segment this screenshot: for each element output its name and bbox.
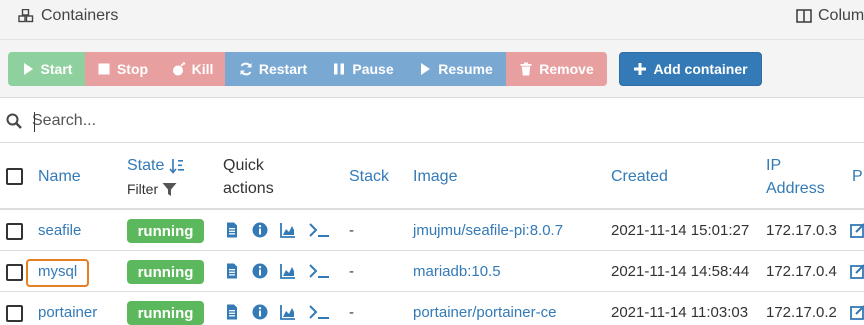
row-checkbox[interactable]: [6, 264, 23, 281]
column-header-state-label: State: [127, 157, 165, 174]
restart-button[interactable]: Restart: [225, 52, 321, 86]
image-link[interactable]: mariadb:10.5: [413, 262, 501, 282]
row-checkbox[interactable]: [6, 223, 23, 240]
page-title: Containers: [18, 7, 118, 25]
play-icon: [23, 63, 33, 75]
start-button[interactable]: Start: [8, 52, 85, 86]
logs-icon[interactable]: [224, 263, 240, 279]
container-name-link[interactable]: seafile: [38, 221, 81, 241]
stack-value: -: [349, 222, 354, 239]
quick-actions: [224, 304, 330, 320]
console-icon[interactable]: [308, 263, 330, 279]
columns-icon: [796, 9, 812, 23]
logs-icon[interactable]: [224, 304, 240, 320]
table-row: portainer running - portainer/portainer-…: [0, 292, 864, 325]
column-header-quick-actions-line2: actions: [223, 180, 274, 197]
external-link-icon[interactable]: [850, 222, 864, 238]
stats-icon[interactable]: [280, 304, 296, 320]
bomb-icon: [172, 62, 185, 76]
trash-icon: [520, 62, 532, 76]
search-bar: [0, 99, 864, 143]
status-badge: running: [127, 219, 204, 243]
table-header: Name State Filter Quick actions Stack Im…: [0, 143, 864, 210]
logs-icon[interactable]: [224, 222, 240, 238]
pause-icon: [334, 63, 345, 75]
column-header-created[interactable]: Created: [611, 166, 668, 188]
table-row: seafile running - jmujmu/seafile-pi:8.0.…: [0, 210, 864, 251]
console-icon[interactable]: [308, 222, 330, 238]
plus-icon: [634, 63, 647, 75]
ip-value: 172.17.0.2: [766, 304, 837, 321]
state-filter-button[interactable]: Filter: [127, 178, 177, 200]
select-all-checkbox[interactable]: [6, 168, 23, 185]
refresh-icon: [240, 62, 252, 76]
table-row: mysql running - mariadb:10.5 2021-11-14 …: [0, 251, 864, 292]
state-filter-label: Filter: [127, 181, 159, 197]
column-header-stack[interactable]: Stack: [349, 166, 389, 188]
remove-button[interactable]: Remove: [506, 52, 607, 86]
inspect-icon[interactable]: [252, 222, 268, 238]
stats-icon[interactable]: [280, 222, 296, 238]
columns-settings-button[interactable]: Colum: [796, 7, 864, 25]
actions-toolbar: Start Stop Kill Restart Pause Resume Rem…: [0, 40, 864, 98]
column-header-ip-line1[interactable]: IP: [766, 155, 781, 177]
resume-button[interactable]: Resume: [405, 52, 506, 86]
container-name-link[interactable]: portainer: [38, 303, 97, 323]
stop-button[interactable]: Stop: [85, 52, 160, 86]
ip-value: 172.17.0.3: [766, 222, 837, 239]
add-container-button[interactable]: Add container: [619, 52, 762, 86]
container-name-link[interactable]: mysql: [25, 259, 90, 287]
play-icon: [421, 63, 431, 75]
external-link-icon[interactable]: [850, 263, 864, 279]
console-icon[interactable]: [308, 304, 330, 320]
row-checkbox[interactable]: [6, 305, 23, 322]
ip-value: 172.17.0.4: [766, 263, 837, 280]
start-button-label: Start: [40, 61, 73, 77]
quick-actions: [224, 222, 330, 238]
kill-button-label: Kill: [191, 61, 214, 77]
stats-icon[interactable]: [280, 263, 296, 279]
stack-value: -: [349, 263, 354, 280]
restart-button-label: Restart: [258, 61, 308, 77]
column-header-ip-line2[interactable]: Address: [766, 178, 825, 200]
column-header-state[interactable]: State: [127, 155, 185, 177]
search-icon: [6, 113, 22, 129]
column-header-image[interactable]: Image: [413, 166, 457, 188]
page-title-text: Containers: [41, 7, 119, 24]
image-link[interactable]: portainer/portainer-ce: [413, 303, 556, 323]
resume-button-label: Resume: [438, 61, 493, 77]
kill-button[interactable]: Kill: [160, 52, 225, 86]
stop-button-label: Stop: [116, 61, 149, 77]
inspect-icon[interactable]: [252, 304, 268, 320]
text-cursor: [34, 112, 35, 132]
cubes-icon: [18, 9, 34, 23]
filter-icon: [162, 182, 177, 196]
column-header-name[interactable]: Name: [38, 166, 81, 188]
remove-button-label: Remove: [539, 61, 594, 77]
external-link-icon[interactable]: [850, 304, 864, 320]
page-header: Containers Colum: [0, 0, 864, 40]
search-input[interactable]: [32, 107, 852, 135]
add-container-button-label: Add container: [653, 61, 748, 77]
status-badge: running: [127, 301, 204, 325]
pause-button[interactable]: Pause: [321, 52, 405, 86]
inspect-icon[interactable]: [252, 263, 268, 279]
created-value: 2021-11-14 15:01:27: [611, 222, 750, 239]
sort-ascending-icon: [169, 159, 185, 174]
column-header-published-ports[interactable]: P: [852, 166, 863, 188]
image-link[interactable]: jmujmu/seafile-pi:8.0.7: [413, 221, 563, 241]
created-value: 2021-11-14 14:58:44: [611, 263, 750, 280]
status-badge: running: [127, 260, 204, 284]
created-value: 2021-11-14 11:03:03: [611, 304, 749, 321]
column-header-quick-actions-line1: Quick: [223, 157, 264, 174]
pause-button-label: Pause: [352, 61, 394, 77]
columns-label: Colum: [818, 7, 864, 24]
quick-actions: [224, 263, 330, 279]
stop-icon: [98, 63, 110, 75]
stack-value: -: [349, 304, 354, 321]
